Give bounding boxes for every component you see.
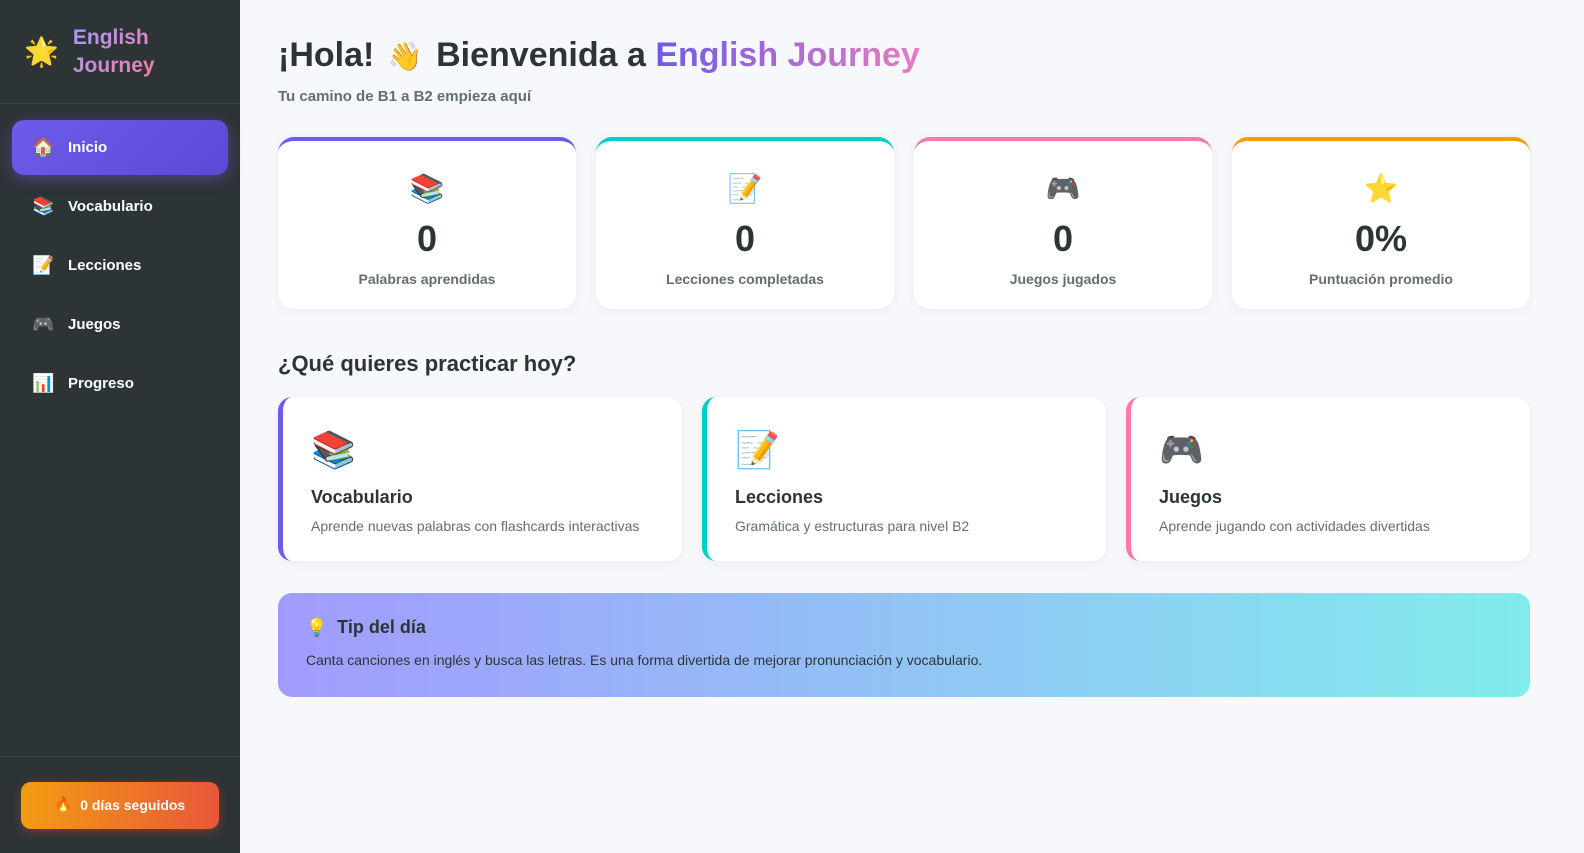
page-subtitle: Tu camino de B1 a B2 empieza aquí bbox=[278, 88, 532, 105]
stat-value: 0% bbox=[1354, 218, 1408, 259]
practice-card-desc: Aprende jugando con actividades divertid… bbox=[1159, 518, 1430, 534]
sidebar-item-lecciones[interactable]: 📝 Lecciones bbox=[12, 238, 228, 293]
sidebar: 🌟 English Journey 🏠 Inicio 📚 Vocabulario… bbox=[0, 0, 240, 853]
fire-icon: 🔥 bbox=[54, 797, 73, 813]
bar-chart-icon: 📊 bbox=[32, 373, 55, 394]
stat-label: Puntuación promedio bbox=[1309, 271, 1453, 287]
greeting-prefix: ¡Hola! bbox=[278, 36, 375, 74]
sidebar-item-vocabulario[interactable]: 📚 Vocabulario bbox=[12, 179, 228, 234]
stat-label: Palabras aprendidas bbox=[358, 271, 496, 287]
practice-card-vocabulario[interactable]: 📚 Vocabulario Aprende nuevas palabras co… bbox=[278, 397, 682, 561]
books-icon: 📚 bbox=[32, 196, 55, 217]
brand-line-2: Journey bbox=[72, 53, 155, 77]
stat-card-juegos: 🎮 0 Juegos jugados bbox=[914, 137, 1212, 309]
game-controller-icon: 🎮 bbox=[32, 314, 55, 335]
star-icon: 🌟 bbox=[24, 34, 59, 68]
house-icon: 🏠 bbox=[32, 137, 55, 158]
practice-card-juegos[interactable]: 🎮 Juegos Aprende jugando con actividades… bbox=[1126, 397, 1530, 561]
main-content: ¡Hola! 👋 Bienvenida a English Journey Tu… bbox=[240, 0, 1584, 853]
stat-value: 0 bbox=[416, 218, 438, 259]
memo-icon: 📝 bbox=[32, 255, 55, 276]
greeting-brand: English Journey bbox=[655, 36, 920, 74]
stat-value: 0 bbox=[734, 218, 756, 259]
brand-name: English Journey bbox=[73, 24, 155, 80]
stat-card-palabras: 📚 0 Palabras aprendidas bbox=[278, 137, 576, 309]
streak-badge[interactable]: 🔥 0 días seguidos bbox=[21, 781, 219, 829]
sidebar-item-label: Lecciones bbox=[68, 257, 142, 274]
practice-card-desc: Aprende nuevas palabras con flashcards i… bbox=[311, 518, 640, 534]
memo-icon: 📝 bbox=[727, 172, 763, 205]
light-bulb-icon: 💡 bbox=[306, 617, 328, 638]
sidebar-item-label: Juegos bbox=[68, 316, 121, 333]
tip-text: Canta canciones en inglés y busca las le… bbox=[306, 652, 983, 668]
tip-header: 💡 Tip del día bbox=[306, 617, 1530, 638]
sidebar-item-label: Progreso bbox=[68, 375, 134, 392]
tip-of-the-day: 💡 Tip del día Canta canciones en inglés … bbox=[278, 593, 1530, 697]
sidebar-item-label: Vocabulario bbox=[68, 198, 153, 215]
books-icon: 📚 bbox=[409, 172, 445, 205]
tip-title: Tip del día bbox=[337, 617, 426, 637]
greeting-middle: Bienvenida a bbox=[436, 36, 646, 74]
brand-line-1: English bbox=[72, 25, 149, 49]
section-title: ¿Qué quieres practicar hoy? bbox=[278, 351, 577, 376]
game-controller-icon: 🎮 bbox=[1045, 172, 1081, 205]
stat-label: Juegos jugados bbox=[1009, 271, 1117, 287]
sidebar-item-progreso[interactable]: 📊 Progreso bbox=[12, 356, 228, 411]
sidebar-item-label: Inicio bbox=[68, 139, 108, 156]
page-title: ¡Hola! 👋 Bienvenida a English Journey bbox=[278, 36, 1544, 78]
practice-card-title: Lecciones bbox=[735, 487, 824, 507]
sidebar-item-juegos[interactable]: 🎮 Juegos bbox=[12, 297, 228, 352]
practice-card-lecciones[interactable]: 📝 Lecciones Gramática y estructuras para… bbox=[702, 397, 1106, 561]
stat-value: 0 bbox=[1052, 218, 1074, 259]
star-icon: ⭐ bbox=[1363, 172, 1399, 205]
practice-card-title: Vocabulario bbox=[311, 487, 413, 507]
brand[interactable]: 🌟 English Journey bbox=[0, 0, 240, 104]
sidebar-footer: 🔥 0 días seguidos bbox=[0, 756, 240, 853]
sidebar-nav: 🏠 Inicio 📚 Vocabulario 📝 Lecciones 🎮 Jue… bbox=[0, 104, 240, 427]
sidebar-item-inicio[interactable]: 🏠 Inicio bbox=[12, 120, 228, 175]
practice-card-title: Juegos bbox=[1159, 487, 1223, 507]
game-controller-icon: 🎮 bbox=[1159, 430, 1204, 471]
stats-row: 📚 0 Palabras aprendidas 📝 0 Lecciones co… bbox=[278, 137, 1544, 309]
stat-card-puntuacion: ⭐ 0% Puntuación promedio bbox=[1232, 137, 1530, 309]
practice-card-desc: Gramática y estructuras para nivel B2 bbox=[735, 518, 970, 534]
stat-card-lecciones: 📝 0 Lecciones completadas bbox=[596, 137, 894, 309]
waving-hand-icon: 👋 bbox=[387, 40, 423, 73]
practice-cards: 📚 Vocabulario Aprende nuevas palabras co… bbox=[278, 397, 1544, 561]
streak-label: 0 días seguidos bbox=[80, 797, 186, 813]
memo-icon: 📝 bbox=[735, 430, 780, 471]
stat-label: Lecciones completadas bbox=[666, 271, 824, 287]
books-icon: 📚 bbox=[311, 430, 356, 471]
